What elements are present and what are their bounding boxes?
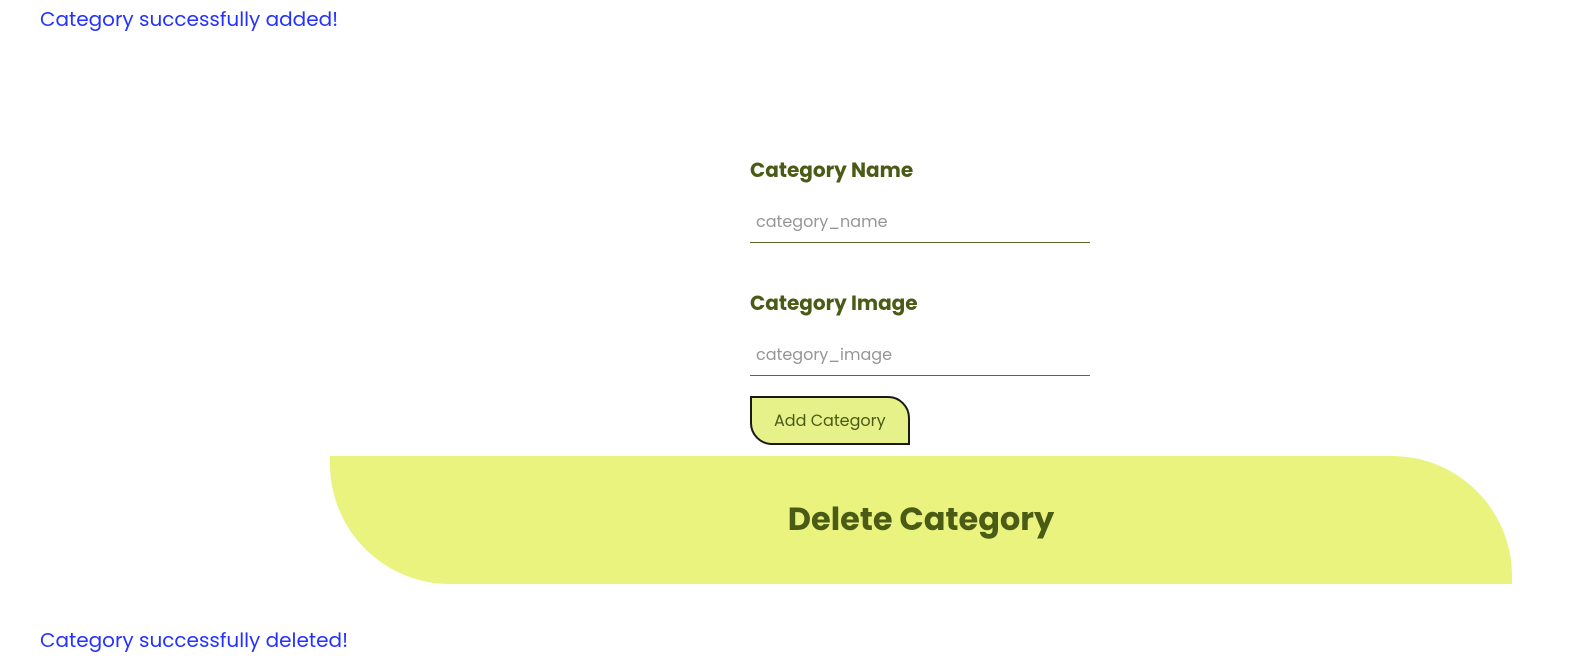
category-name-label: Category Name — [750, 155, 1090, 185]
status-deleted-message: Category successfully deleted! — [40, 625, 348, 655]
category-image-label: Category Image — [750, 288, 1090, 318]
category-image-input[interactable] — [750, 336, 1090, 376]
category-name-group: Category Name — [750, 155, 1090, 243]
category-name-input[interactable] — [750, 203, 1090, 243]
add-category-form: Category Name Category Image Add Categor… — [750, 155, 1090, 445]
delete-category-section: Delete Category — [330, 456, 1512, 584]
status-added-message: Category successfully added! — [0, 0, 1592, 34]
category-image-group: Category Image — [750, 288, 1090, 376]
add-category-button[interactable]: Add Category — [750, 396, 910, 445]
delete-category-heading: Delete Category — [788, 496, 1054, 544]
